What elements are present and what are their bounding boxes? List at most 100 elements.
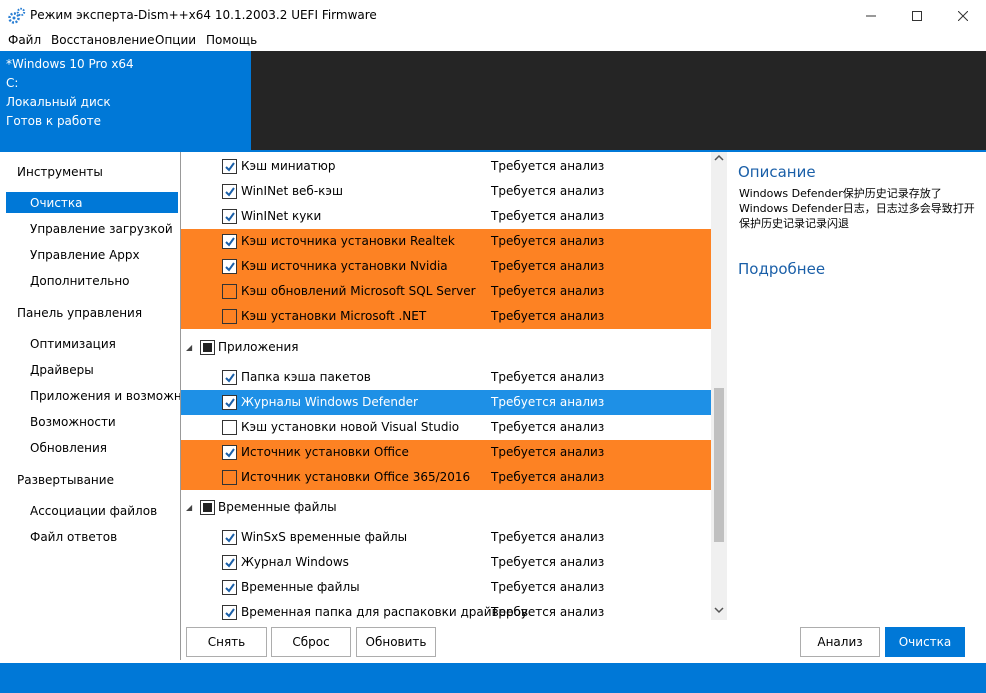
sidebar-item-optimization[interactable]: Оптимизация: [30, 337, 180, 351]
drive-type: Локальный диск: [6, 95, 111, 109]
group-checkbox[interactable]: [200, 340, 215, 355]
sidebar-item-boot[interactable]: Управление загрузкой: [30, 222, 180, 236]
sidebar-item-apps[interactable]: Приложения и возможности: [30, 389, 180, 403]
status-bar: [0, 663, 986, 693]
list-scrollbar[interactable]: [711, 152, 727, 620]
scroll-up-icon[interactable]: [714, 154, 724, 165]
list-item-label: Кэш источника установки Nvidia: [241, 259, 448, 273]
list-item[interactable]: Кэш установки Microsoft .NET Требуется ан…: [181, 304, 711, 329]
checkbox-unchecked[interactable]: [222, 309, 237, 324]
sidebar-item-updates[interactable]: Обновления: [30, 441, 180, 455]
group-checkbox[interactable]: [200, 500, 215, 515]
sidebar-item-file-associations[interactable]: Ассоциации файлов: [30, 504, 180, 518]
maximize-icon: [912, 10, 922, 21]
menu-help[interactable]: Помощь: [206, 33, 257, 47]
list-item-label: Кэш обновлений Microsoft SQL Server: [241, 284, 476, 298]
list-item[interactable]: WinSxS временные файлы Требуется анализ: [181, 525, 711, 550]
gears-icon: [8, 7, 26, 24]
list-item-status: Требуется анализ: [491, 184, 605, 198]
minimize-button[interactable]: [848, 0, 894, 31]
list-item[interactable]: Временная папка для распаковки драйверов…: [181, 600, 711, 620]
title-bar: Режим эксперта-Dism++x64 10.1.2003.2 UEF…: [0, 0, 986, 31]
list-item[interactable]: Кэш источника установки Nvidia Требуется …: [181, 254, 711, 279]
checkbox-unchecked[interactable]: [222, 420, 237, 435]
checkbox-checked[interactable]: [222, 259, 237, 274]
menu-bar: Файл Восстановление Опции Помощь: [0, 31, 986, 51]
checkbox-checked[interactable]: [222, 184, 237, 199]
sidebar-item-features[interactable]: Возможности: [30, 415, 180, 429]
checkbox-checked[interactable]: [222, 209, 237, 224]
session-area: [251, 51, 986, 150]
checkbox-checked[interactable]: [222, 605, 237, 620]
more-link[interactable]: Подробнее: [738, 260, 825, 278]
group-header-apps[interactable]: ◢ Приложения: [181, 335, 711, 360]
list-item[interactable]: Источник установки Office 365/2016 Требуе…: [181, 465, 711, 490]
collapse-triangle-icon[interactable]: ◢: [186, 343, 192, 352]
checkbox-checked[interactable]: [222, 159, 237, 174]
group-header-temp[interactable]: ◢ Временные файлы: [181, 495, 711, 520]
minimize-icon: [866, 15, 876, 16]
sidebar-item-answer-file[interactable]: Файл ответов: [30, 530, 180, 544]
uncheck-button[interactable]: Снять: [186, 627, 267, 657]
list-item-status: Требуется анализ: [491, 530, 605, 544]
list-item-status: Требуется анализ: [491, 209, 605, 223]
checkbox-unchecked[interactable]: [222, 470, 237, 485]
checkmark-icon: [225, 262, 235, 272]
checkbox-checked[interactable]: [222, 530, 237, 545]
list-item-status: Требуется анализ: [491, 234, 605, 248]
drive-letter: C:: [6, 76, 19, 90]
list-item[interactable]: Журналы Windows Defender Требуется анализ: [181, 390, 711, 415]
checkbox-checked[interactable]: [222, 234, 237, 249]
checkbox-checked[interactable]: [222, 580, 237, 595]
checkbox-unchecked[interactable]: [222, 284, 237, 299]
checkbox-checked[interactable]: [222, 395, 237, 410]
scroll-down-icon[interactable]: [714, 606, 724, 617]
menu-recovery[interactable]: Восстановление: [51, 33, 154, 47]
checkmark-icon: [225, 212, 235, 222]
list-item-status: Требуется анализ: [491, 580, 605, 594]
list-item-label: WinSxS временные файлы: [241, 530, 408, 544]
list-item-label: WinINet веб-кэш: [241, 184, 343, 198]
maximize-button[interactable]: [894, 0, 940, 31]
sidebar-item-appx[interactable]: Управление Appx: [30, 248, 180, 262]
checkbox-checked[interactable]: [222, 370, 237, 385]
description-panel: Описание Windows Defender保护历史记录存放了Window…: [727, 152, 986, 620]
clean-button[interactable]: Очистка: [885, 627, 965, 657]
list-item-status: Требуется анализ: [491, 470, 605, 484]
os-name: *Windows 10 Pro x64: [6, 57, 134, 71]
list-item[interactable]: Кэш миниатюр Требуется анализ: [181, 154, 711, 179]
description-text: Windows Defender保护历史记录存放了Windows Defende…: [739, 187, 975, 230]
list-item[interactable]: Папка кэша пакетов Требуется анализ: [181, 365, 711, 390]
system-info-panel[interactable]: *Windows 10 Pro x64 C: Локальный диск Го…: [0, 51, 251, 150]
list-item[interactable]: Источник установки Office Требуется анали…: [181, 440, 711, 465]
analyze-button[interactable]: Анализ: [800, 627, 880, 657]
list-item-label: WinINet куки: [241, 209, 322, 223]
list-item[interactable]: Временные файлы Требуется анализ: [181, 575, 711, 600]
sidebar-section-tools: Инструменты: [17, 165, 103, 179]
list-item[interactable]: WinINet веб-кэш Требуется анализ: [181, 179, 711, 204]
checkbox-checked[interactable]: [222, 445, 237, 460]
checkmark-icon: [225, 533, 235, 543]
list-item-label: Кэш миниатюр: [241, 159, 336, 173]
checkmark-icon: [225, 162, 235, 172]
sidebar-item-cleanup[interactable]: Очистка: [30, 196, 180, 210]
close-button[interactable]: [940, 0, 986, 31]
menu-options[interactable]: Опции: [155, 33, 196, 47]
menu-file[interactable]: Файл: [8, 33, 41, 47]
checkmark-icon: [225, 237, 235, 247]
checkbox-checked[interactable]: [222, 555, 237, 570]
sidebar-item-drivers[interactable]: Драйверы: [30, 363, 180, 377]
list-item[interactable]: Кэш обновлений Microsoft SQL Server Требу…: [181, 279, 711, 304]
collapse-triangle-icon[interactable]: ◢: [186, 503, 192, 512]
list-item[interactable]: Кэш источника установки Realtek Требуется…: [181, 229, 711, 254]
reset-button[interactable]: Сброс: [271, 627, 351, 657]
list-item[interactable]: Кэш установки новой Visual Studio Требует…: [181, 415, 711, 440]
sidebar-item-advanced[interactable]: Дополнительно: [30, 274, 180, 288]
list-item[interactable]: WinINet куки Требуется анализ: [181, 204, 711, 229]
refresh-button[interactable]: Обновить: [356, 627, 436, 657]
group-label: Временные файлы: [218, 500, 337, 514]
checkmark-icon: [225, 583, 235, 593]
list-item[interactable]: Журнал Windows Требуется анализ: [181, 550, 711, 575]
scroll-thumb[interactable]: [714, 388, 724, 542]
list-item-status: Требуется анализ: [491, 309, 605, 323]
